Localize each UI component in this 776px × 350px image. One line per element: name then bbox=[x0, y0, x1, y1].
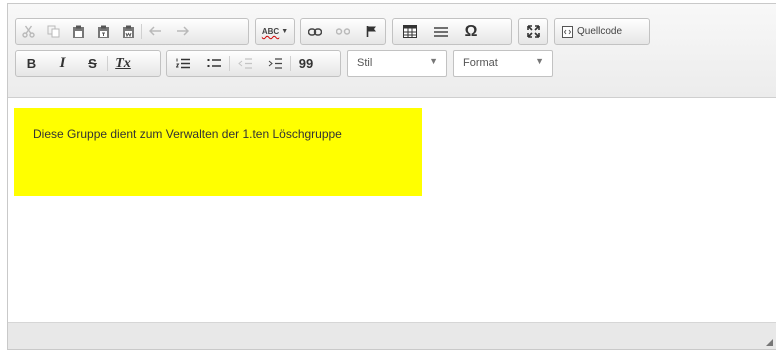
copy-button[interactable] bbox=[41, 19, 66, 44]
copy-icon bbox=[47, 25, 60, 38]
source-group: Quellcode bbox=[554, 18, 650, 45]
anchor-icon bbox=[366, 26, 376, 37]
insert-group: Ω bbox=[392, 18, 512, 45]
spellcheck-icon: ABC bbox=[261, 27, 280, 36]
indent-button[interactable] bbox=[260, 51, 290, 76]
outdent-button[interactable] bbox=[230, 51, 260, 76]
lists-group: 99 bbox=[166, 50, 341, 77]
blockquote-icon: 99 bbox=[298, 56, 314, 71]
spellcheck-group: ABC ▼ bbox=[255, 18, 295, 45]
horizontal-rule-icon bbox=[434, 26, 448, 37]
bold-label: B bbox=[26, 56, 37, 71]
bulleted-list-icon bbox=[207, 59, 221, 67]
unlink-icon bbox=[336, 28, 350, 35]
rich-text-editor: ABC ▼ Ω Quellcode B I S Tx 99 Stil ▼ For… bbox=[7, 3, 776, 350]
clipboard-group bbox=[15, 18, 249, 45]
numbered-list-icon bbox=[175, 58, 190, 69]
paste-icon bbox=[73, 25, 84, 38]
numbered-list-button[interactable] bbox=[167, 51, 198, 76]
paste-word-button[interactable] bbox=[116, 19, 141, 44]
strike-button[interactable]: S bbox=[78, 51, 107, 76]
chevron-down-icon: ▼ bbox=[535, 56, 544, 66]
italic-label: I bbox=[59, 55, 66, 71]
special-char-button[interactable]: Ω bbox=[456, 19, 486, 44]
paste-text-icon bbox=[98, 25, 109, 38]
bulleted-list-button[interactable] bbox=[198, 51, 229, 76]
table-button[interactable] bbox=[393, 19, 426, 44]
style-dropdown-value: Stil bbox=[357, 57, 373, 69]
editor-toolbar: ABC ▼ Ω Quellcode B I S Tx 99 Stil ▼ For… bbox=[8, 4, 776, 98]
format-dropdown-value: Format bbox=[463, 57, 498, 69]
paste-word-icon bbox=[123, 25, 134, 38]
highlighted-block: Diese Gruppe dient zum Verwalten der 1.t… bbox=[14, 108, 422, 196]
strike-label: S bbox=[88, 56, 97, 71]
remove-format-icon: Tx bbox=[115, 55, 131, 71]
italic-button[interactable]: I bbox=[47, 51, 78, 76]
cut-icon bbox=[22, 25, 35, 38]
editor-status-bar bbox=[8, 322, 776, 349]
resize-grip-icon[interactable] bbox=[766, 339, 773, 346]
redo-button[interactable] bbox=[169, 19, 196, 44]
maximize-button[interactable] bbox=[519, 19, 547, 44]
undo-button[interactable] bbox=[142, 19, 169, 44]
maximize-icon bbox=[526, 25, 540, 38]
redo-icon bbox=[177, 26, 189, 36]
content-paragraph: Diese Gruppe dient zum Verwalten der 1.t… bbox=[33, 127, 342, 141]
chevron-down-icon: ▼ bbox=[281, 28, 289, 35]
maximize-group bbox=[518, 18, 548, 45]
source-button[interactable]: Quellcode bbox=[555, 19, 649, 44]
undo-icon bbox=[149, 26, 161, 36]
blockquote-button[interactable]: 99 bbox=[291, 51, 321, 76]
outdent-icon bbox=[238, 58, 252, 69]
bold-button[interactable]: B bbox=[16, 51, 47, 76]
unlink-button[interactable] bbox=[329, 19, 357, 44]
link-button[interactable] bbox=[301, 19, 329, 44]
source-label: Quellcode bbox=[577, 26, 623, 37]
source-icon bbox=[562, 25, 573, 38]
paste-text-button[interactable] bbox=[91, 19, 116, 44]
links-group bbox=[300, 18, 386, 45]
special-char-icon: Ω bbox=[464, 22, 478, 40]
paste-button[interactable] bbox=[66, 19, 91, 44]
table-icon bbox=[402, 25, 417, 38]
link-icon bbox=[308, 27, 322, 36]
style-dropdown[interactable]: Stil ▼ bbox=[347, 50, 447, 77]
chevron-down-icon: ▼ bbox=[429, 56, 438, 66]
format-dropdown[interactable]: Format ▼ bbox=[453, 50, 553, 77]
indent-icon bbox=[268, 58, 282, 69]
horizontal-rule-button[interactable] bbox=[426, 19, 456, 44]
basic-styles-group: B I S Tx bbox=[15, 50, 161, 77]
anchor-button[interactable] bbox=[357, 19, 385, 44]
remove-format-button[interactable]: Tx bbox=[108, 51, 138, 76]
spellcheck-button[interactable]: ABC ▼ bbox=[256, 19, 294, 44]
editor-content-area[interactable]: Diese Gruppe dient zum Verwalten der 1.t… bbox=[8, 98, 776, 324]
cut-button[interactable] bbox=[16, 19, 41, 44]
